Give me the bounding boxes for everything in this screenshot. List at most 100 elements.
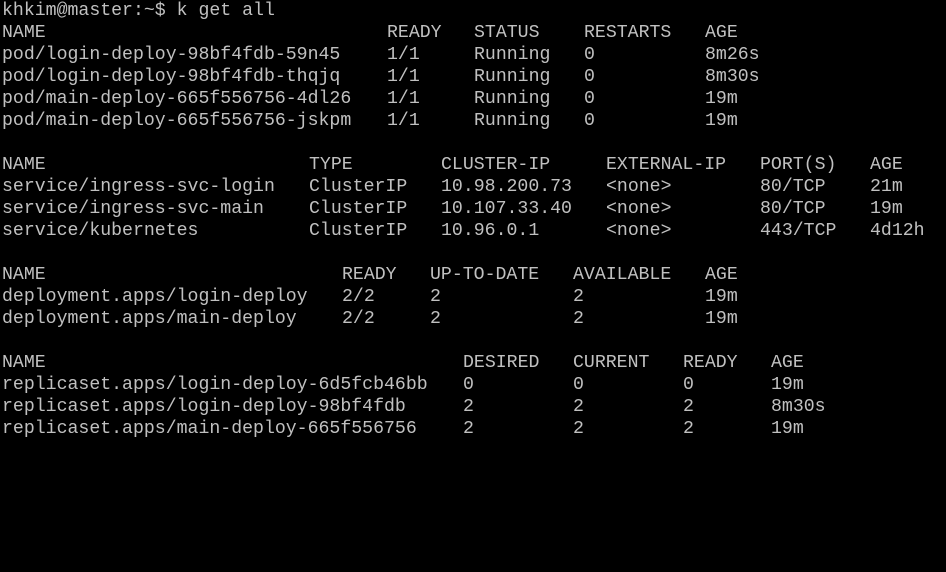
pod-name: pod/login-deploy-98bf4fdb-59n45	[2, 45, 341, 65]
deployment-ready: 2/2	[342, 287, 375, 307]
header-external-ip: EXTERNAL-IP	[606, 155, 727, 175]
service-ports: 80/TCP	[760, 177, 826, 197]
header-ready: READY	[387, 23, 442, 43]
header-name: NAME	[2, 155, 46, 175]
pod-restarts: 0	[584, 111, 595, 131]
header-current: CURRENT	[573, 353, 650, 373]
header-available: AVAILABLE	[573, 265, 672, 285]
service-ports: 80/TCP	[760, 199, 826, 219]
service-age: 19m	[870, 199, 903, 219]
replicaset-current: 0	[573, 375, 584, 395]
pod-ready: 1/1	[387, 67, 420, 87]
pod-name: pod/main-deploy-665f556756-jskpm	[2, 111, 352, 131]
header-type: TYPE	[309, 155, 353, 175]
service-name: service/ingress-svc-main	[2, 199, 264, 219]
replicaset-name: replicaset.apps/login-deploy-6d5fcb46bb	[2, 375, 428, 395]
service-cluster-ip: 10.96.0.1	[441, 221, 540, 241]
deployment-up-to-date: 2	[430, 287, 441, 307]
header-cluster-ip: CLUSTER-IP	[441, 155, 551, 175]
pod-status: Running	[474, 111, 551, 131]
pod-age: 8m26s	[705, 45, 760, 65]
service-name: service/kubernetes	[2, 221, 199, 241]
service-external-ip: <none>	[606, 221, 672, 241]
deployment-available: 2	[573, 287, 584, 307]
pod-status: Running	[474, 89, 551, 109]
header-ports: PORT(S)	[760, 155, 837, 175]
table-row: pod/main-deploy-665f556756-4dl26 1/1 Run…	[2, 88, 738, 110]
replicaset-age: 19m	[771, 419, 804, 439]
deployments-header-row: NAME READY UP-TO-DATE AVAILABLE AGE	[2, 264, 738, 286]
pod-restarts: 0	[584, 45, 595, 65]
deployment-age: 19m	[705, 309, 738, 329]
service-type: ClusterIP	[309, 177, 408, 197]
table-row: pod/login-deploy-98bf4fdb-thqjq 1/1 Runn…	[2, 66, 760, 88]
replicaset-ready: 0	[683, 375, 694, 395]
replicaset-current: 2	[573, 397, 584, 417]
table-row: pod/main-deploy-665f556756-jskpm 1/1 Run…	[2, 110, 738, 132]
pod-status: Running	[474, 45, 551, 65]
pod-name: pod/login-deploy-98bf4fdb-thqjq	[2, 67, 341, 87]
pod-restarts: 0	[584, 89, 595, 109]
replicasets-header-row: NAME DESIRED CURRENT READY AGE	[2, 352, 804, 374]
table-row: service/kubernetes ClusterIP 10.96.0.1 <…	[2, 220, 925, 242]
header-status: STATUS	[474, 23, 540, 43]
header-restarts: RESTARTS	[584, 23, 672, 43]
service-age: 4d12h	[870, 221, 925, 241]
header-age: AGE	[705, 23, 738, 43]
replicaset-desired: 2	[463, 397, 474, 417]
service-external-ip: <none>	[606, 177, 672, 197]
service-type: ClusterIP	[309, 221, 408, 241]
header-up-to-date: UP-TO-DATE	[430, 265, 540, 285]
table-row: replicaset.apps/main-deploy-665f556756 2…	[2, 418, 804, 440]
service-cluster-ip: 10.98.200.73	[441, 177, 572, 197]
header-age: AGE	[705, 265, 738, 285]
deployment-available: 2	[573, 309, 584, 329]
pod-name: pod/main-deploy-665f556756-4dl26	[2, 89, 352, 109]
replicaset-desired: 2	[463, 419, 474, 439]
deployment-name: deployment.apps/login-deploy	[2, 287, 308, 307]
service-external-ip: <none>	[606, 199, 672, 219]
service-ports: 443/TCP	[760, 221, 837, 241]
table-row: service/ingress-svc-main ClusterIP 10.10…	[2, 198, 903, 220]
pod-ready: 1/1	[387, 89, 420, 109]
table-row: replicaset.apps/login-deploy-6d5fcb46bb …	[2, 374, 804, 396]
deployment-up-to-date: 2	[430, 309, 441, 329]
deployment-age: 19m	[705, 287, 738, 307]
pod-age: 19m	[705, 89, 738, 109]
pod-restarts: 0	[584, 67, 595, 87]
pod-ready: 1/1	[387, 45, 420, 65]
header-age: AGE	[870, 155, 903, 175]
replicaset-ready: 2	[683, 419, 694, 439]
pod-age: 19m	[705, 111, 738, 131]
replicaset-ready: 2	[683, 397, 694, 417]
service-cluster-ip: 10.107.33.40	[441, 199, 572, 219]
pod-ready: 1/1	[387, 111, 420, 131]
replicaset-age: 8m30s	[771, 397, 826, 417]
service-age: 21m	[870, 177, 903, 197]
service-name: service/ingress-svc-login	[2, 177, 275, 197]
command-prompt: khkim@master:~$ k get all	[2, 1, 275, 21]
terminal-window[interactable]: khkim@master:~$ k get all NAME READY STA…	[0, 0, 946, 440]
header-age: AGE	[771, 353, 804, 373]
replicaset-current: 2	[573, 419, 584, 439]
pod-age: 8m30s	[705, 67, 760, 87]
header-ready: READY	[683, 353, 738, 373]
table-row: deployment.apps/login-deploy 2/2 2 2 19m	[2, 286, 738, 308]
replicaset-name: replicaset.apps/main-deploy-665f556756	[2, 419, 417, 439]
header-name: NAME	[2, 265, 46, 285]
header-ready: READY	[342, 265, 397, 285]
replicaset-desired: 0	[463, 375, 474, 395]
replicaset-name: replicaset.apps/login-deploy-98bf4fdb	[2, 397, 406, 417]
header-name: NAME	[2, 23, 46, 43]
table-row: replicaset.apps/login-deploy-98bf4fdb 2 …	[2, 396, 826, 418]
header-desired: DESIRED	[463, 353, 540, 373]
table-row: deployment.apps/main-deploy 2/2 2 2 19m	[2, 308, 738, 330]
deployment-name: deployment.apps/main-deploy	[2, 309, 297, 329]
deployment-ready: 2/2	[342, 309, 375, 329]
header-name: NAME	[2, 353, 46, 373]
table-row: service/ingress-svc-login ClusterIP 10.9…	[2, 176, 903, 198]
table-row: pod/login-deploy-98bf4fdb-59n45 1/1 Runn…	[2, 44, 760, 66]
service-type: ClusterIP	[309, 199, 408, 219]
pods-header-row: NAME READY STATUS RESTARTS AGE	[2, 22, 738, 44]
services-header-row: NAME TYPE CLUSTER-IP EXTERNAL-IP PORT(S)…	[2, 154, 903, 176]
